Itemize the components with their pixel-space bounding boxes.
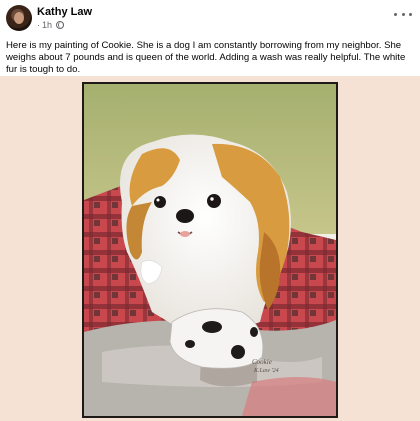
dog-painting: Cookie K.Law '24 xyxy=(82,82,338,418)
meta-separator: · xyxy=(37,20,40,30)
artist-signature-line2: K.Law '24 xyxy=(253,367,279,374)
more-options-icon[interactable] xyxy=(394,8,412,20)
post-photo[interactable]: Cookie K.Law '24 xyxy=(0,76,420,421)
post-text: Here is my painting of Cookie. She is a … xyxy=(6,40,406,76)
author-avatar[interactable] xyxy=(6,5,32,31)
artist-signature: Cookie xyxy=(252,358,272,366)
post-header: Kathy Law · 1h xyxy=(0,0,420,36)
author-name[interactable]: Kathy Law xyxy=(37,6,92,18)
globe-icon[interactable] xyxy=(56,21,65,29)
post-timestamp[interactable]: 1h xyxy=(42,20,52,30)
post-meta: · 1h xyxy=(37,20,65,30)
